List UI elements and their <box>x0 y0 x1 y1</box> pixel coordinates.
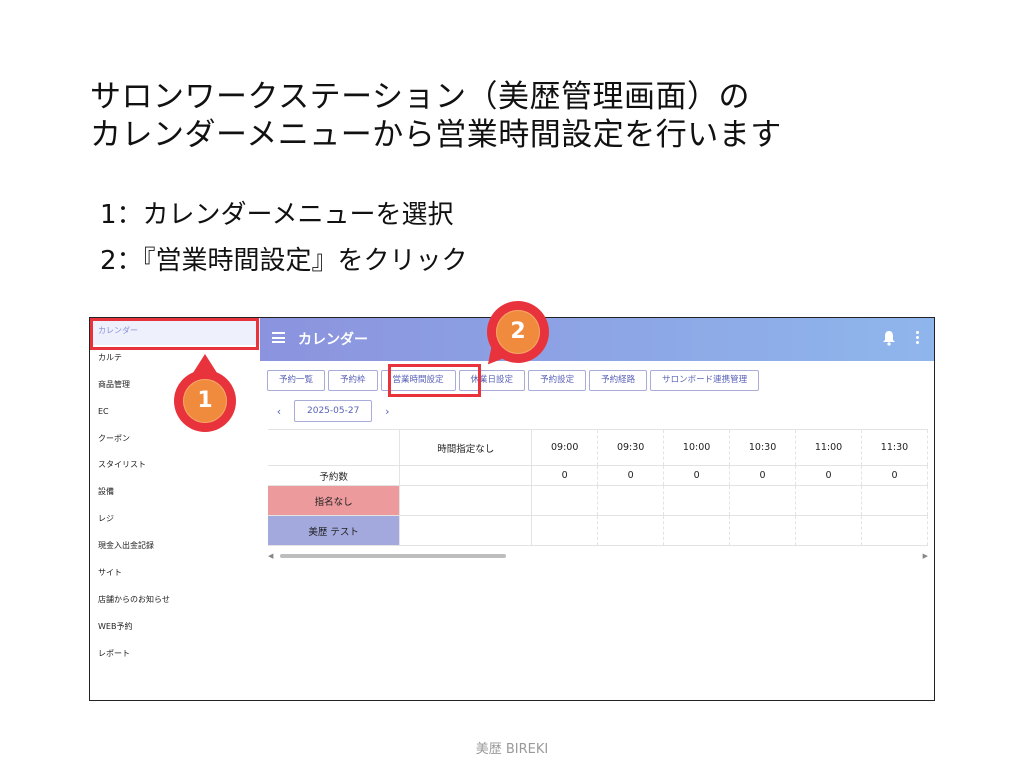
slide-title-line-1: サロンワークステーション（美歴管理画面）の <box>90 79 750 115</box>
sidebar-item-cash-record[interactable]: 現金入出金記録 <box>90 533 260 560</box>
sidebar-item-coupon[interactable]: クーポン <box>90 426 260 453</box>
date-picker[interactable]: 2025-05-27 <box>294 400 373 422</box>
tab-booking-routes[interactable]: 予約経路 <box>589 370 648 391</box>
horizontal-scrollbar[interactable]: ◀ ▶ <box>268 552 928 560</box>
bell-icon[interactable] <box>882 330 896 346</box>
table-cell: 0 <box>597 465 665 486</box>
step-marker-2: 2 <box>478 301 549 373</box>
table-cell[interactable] <box>531 515 599 546</box>
table-cell[interactable] <box>663 485 731 516</box>
table-row: 美歴 テスト <box>268 515 928 546</box>
next-date-icon[interactable]: › <box>380 405 394 418</box>
table-cell[interactable] <box>795 515 862 546</box>
column-header: 10:30 <box>729 429 797 466</box>
footer-brand: 美歴 BIREKI <box>475 742 549 757</box>
table-cell[interactable] <box>399 485 533 516</box>
column-header: 11:00 <box>795 429 862 466</box>
table-cell: 0 <box>663 465 731 486</box>
column-header: 時間指定なし <box>399 429 533 466</box>
table-cell[interactable] <box>729 515 797 546</box>
scroll-left-arrow-icon[interactable]: ◀ <box>268 552 273 560</box>
menu-icon[interactable] <box>272 332 285 343</box>
column-header <box>268 429 401 466</box>
sidebar-item-equipment[interactable]: 設備 <box>90 479 260 506</box>
tab-booking-list[interactable]: 予約一覧 <box>267 370 326 391</box>
sidebar-item-web-booking[interactable]: WEB予約 <box>90 614 260 641</box>
schedule-table: 時間指定なし 09:00 09:30 10:00 10:30 11:00 11:… <box>268 429 928 551</box>
table-header-row: 時間指定なし 09:00 09:30 10:00 10:30 11:00 11:… <box>268 429 928 466</box>
marker-number: 2 <box>510 319 526 344</box>
highlight-calendar-menu <box>90 318 259 350</box>
column-header: 09:30 <box>597 429 665 466</box>
column-header: 10:00 <box>663 429 731 466</box>
table-cell[interactable] <box>663 515 731 546</box>
table-cell[interactable] <box>861 485 928 516</box>
table-cell <box>399 465 533 486</box>
table-cell[interactable] <box>795 485 862 516</box>
table-cell[interactable] <box>399 515 533 546</box>
staff-label-test: 美歴 テスト <box>268 515 401 546</box>
table-cell[interactable] <box>531 485 599 516</box>
table-cell[interactable] <box>597 485 665 516</box>
app-bar: カレンダー <box>260 318 934 361</box>
calendar-tabs: 予約一覧 予約枠 営業時間設定 休業日設定 予約設定 予約経路 サロンボード連携… <box>267 370 760 391</box>
tab-booking-settings[interactable]: 予約設定 <box>528 370 587 391</box>
sidebar: カレンダー カルテ 商品管理 EC クーポン スタイリスト 設備 レジ 現金入出… <box>90 318 260 700</box>
step-1: 1：カレンダーメニューを選択 <box>100 200 454 230</box>
tab-booking-slots[interactable]: 予約枠 <box>328 370 378 391</box>
prev-date-icon[interactable]: ‹ <box>272 405 286 418</box>
step-2: 2：『営業時間設定』をクリック <box>100 246 468 276</box>
scroll-right-arrow-icon[interactable]: ▶ <box>923 552 928 560</box>
staff-label-no-preference: 指名なし <box>268 485 401 516</box>
marker-pointer-icon <box>191 354 219 376</box>
table-cell: 0 <box>729 465 797 486</box>
scroll-thumb[interactable] <box>280 554 506 558</box>
sidebar-item-notices[interactable]: 店舗からのお知らせ <box>90 587 260 614</box>
slide-title-line-2: カレンダーメニューから営業時間設定を行います <box>90 117 782 153</box>
table-row: 指名なし <box>268 485 928 516</box>
highlight-business-hours-tab <box>388 364 481 397</box>
table-cell[interactable] <box>597 515 665 546</box>
steps-list: 1：カレンダーメニューを選択 2：『営業時間設定』をクリック <box>100 192 468 284</box>
table-cell[interactable] <box>729 485 797 516</box>
marker-number: 1 <box>197 388 213 413</box>
kebab-menu-icon[interactable] <box>916 331 920 345</box>
step-marker-1: 1 <box>174 354 236 432</box>
slide-title: サロンワークステーション（美歴管理画面）の カレンダーメニューから営業時間設定を… <box>90 78 782 154</box>
tab-salonboard-link[interactable]: サロンボード連携管理 <box>650 370 760 391</box>
column-header: 11:30 <box>861 429 928 466</box>
table-cell: 0 <box>795 465 862 486</box>
table-cell: 0 <box>861 465 928 486</box>
sidebar-item-register[interactable]: レジ <box>90 506 260 533</box>
date-navigator: ‹ 2025-05-27 › <box>272 400 394 422</box>
table-cell[interactable] <box>861 515 928 546</box>
row-label: 予約数 <box>268 465 401 486</box>
sidebar-item-report[interactable]: レポート <box>90 641 260 668</box>
app-bar-title: カレンダー <box>298 332 368 348</box>
column-header: 09:00 <box>531 429 599 466</box>
table-cell: 0 <box>531 465 599 486</box>
booking-count-row: 予約数 0 0 0 0 0 0 <box>268 465 928 486</box>
sidebar-item-stylist[interactable]: スタイリスト <box>90 452 260 479</box>
sidebar-item-site[interactable]: サイト <box>90 560 260 587</box>
